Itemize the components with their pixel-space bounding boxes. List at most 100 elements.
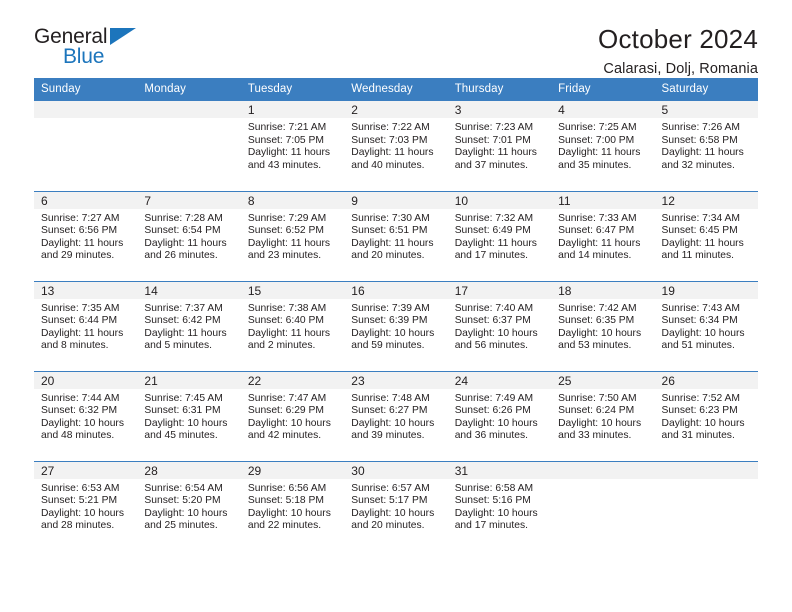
title-block: October 2024 Calarasi, Dolj, Romania [598, 24, 758, 77]
day-number: 19 [654, 281, 758, 299]
day-sunset-text: Sunset: 6:34 PM [661, 315, 738, 327]
day-daylight-1-text: Daylight: 10 hours [247, 417, 331, 429]
day-details: Sunrise: 7:42 AM Sunset: 6:35 PM Daylight:… [551, 299, 654, 353]
day-sunset-text: Sunset: 6:42 PM [144, 315, 221, 327]
day-daylight-1-text: Daylight: 11 hours [454, 147, 537, 159]
calendar-day-cell[interactable]: 20 Sunrise: 7:44 AM Sunset: 6:32 PM Dayligh… [34, 370, 138, 461]
day-daylight-2-text: and 17 minutes. [454, 250, 528, 262]
calendar-day-cell[interactable]: 19 Sunrise: 7:43 AM Sunset: 6:34 PM Dayligh… [654, 280, 758, 371]
calendar-day-cell[interactable]: 25 Sunrise: 7:50 AM Sunset: 6:24 PM Dayligh… [551, 370, 655, 461]
day-daylight-1-text: Daylight: 11 hours [247, 327, 331, 339]
calendar-day-cell[interactable]: 22 Sunrise: 7:47 AM Sunset: 6:29 PM Dayligh… [240, 370, 345, 461]
day-details: Sunrise: 7:52 AM Sunset: 6:23 PM Daylight:… [655, 389, 758, 443]
day-sunrise-text: Sunrise: 7:29 AM [247, 212, 327, 224]
day-details: Sunrise: 7:21 AM Sunset: 7:05 PM Daylight:… [241, 118, 344, 172]
calendar-day-cell[interactable]: 13 Sunrise: 7:35 AM Sunset: 6:44 PM Dayligh… [34, 280, 138, 371]
calendar-day-cell-empty [654, 460, 758, 551]
calendar-day-cell[interactable]: 12 Sunrise: 7:34 AM Sunset: 6:45 PM Dayligh… [654, 190, 758, 281]
day-sunrise-text: Sunrise: 7:33 AM [558, 212, 637, 224]
calendar-day-cell[interactable]: 8 Sunrise: 7:29 AM Sunset: 6:52 PM Daylight… [240, 190, 345, 281]
day-sunrise-text: Sunrise: 6:58 AM [454, 482, 534, 494]
day-daylight-2-text: and 5 minutes. [144, 340, 212, 352]
day-daylight-2-text: and 36 minutes. [454, 430, 528, 442]
day-daylight-2-text: and 29 minutes. [41, 250, 115, 262]
calendar-day-cell[interactable]: 4 Sunrise: 7:25 AM Sunset: 7:00 PM Daylight… [551, 101, 655, 191]
day-daylight-1-text: Daylight: 10 hours [247, 507, 331, 519]
day-number: 28 [137, 461, 241, 479]
day-daylight-2-text: and 17 minutes. [454, 520, 528, 532]
day-sunrise-text: Sunrise: 7:49 AM [454, 392, 534, 404]
day-number: 1 [240, 101, 345, 118]
calendar-day-cell[interactable]: 23 Sunrise: 7:48 AM Sunset: 6:27 PM Dayligh… [344, 370, 448, 461]
day-daylight-2-text: and 45 minutes. [144, 430, 218, 442]
day-sunrise-text: Sunrise: 7:40 AM [454, 302, 534, 314]
day-details: Sunrise: 7:26 AM Sunset: 6:58 PM Daylight:… [655, 118, 758, 172]
day-number: 4 [551, 101, 655, 118]
calendar-day-cell[interactable]: 3 Sunrise: 7:23 AM Sunset: 7:01 PM Daylight… [447, 101, 552, 191]
day-daylight-2-text: and 42 minutes. [247, 430, 322, 442]
day-sunrise-text: Sunrise: 7:22 AM [351, 122, 430, 133]
day-daylight-2-text: and 8 minutes. [41, 340, 109, 352]
day-daylight-1-text: Daylight: 10 hours [41, 507, 124, 519]
general-blue-logo[interactable]: General Blue [34, 24, 154, 72]
calendar-day-cell[interactable]: 31 Sunrise: 6:58 AM Sunset: 5:16 PM Dayligh… [447, 460, 552, 551]
calendar-day-cell[interactable]: 24 Sunrise: 7:49 AM Sunset: 6:26 PM Dayligh… [447, 370, 552, 461]
calendar-day-cell[interactable]: 26 Sunrise: 7:52 AM Sunset: 6:23 PM Dayligh… [654, 370, 758, 461]
calendar-day-cell[interactable]: 21 Sunrise: 7:45 AM Sunset: 6:31 PM Dayligh… [137, 370, 241, 461]
day-daylight-2-text: and 40 minutes. [351, 159, 425, 171]
triangle-icon [110, 28, 136, 45]
day-sunset-text: Sunset: 6:45 PM [661, 225, 738, 237]
weekday-header-monday: Monday [137, 78, 241, 101]
day-number: 25 [551, 371, 655, 389]
day-sunset-text: Sunset: 5:17 PM [351, 495, 428, 507]
day-daylight-1-text: Daylight: 11 hours [558, 147, 641, 159]
day-sunrise-text: Sunrise: 7:35 AM [41, 302, 120, 314]
calendar-day-cell[interactable]: 11 Sunrise: 7:33 AM Sunset: 6:47 PM Dayligh… [551, 190, 655, 281]
calendar-header-row: Sunday Monday Tuesday Wednesday Thursday… [34, 78, 758, 101]
calendar-day-cell[interactable]: 15 Sunrise: 7:38 AM Sunset: 6:40 PM Dayligh… [240, 280, 345, 371]
day-daylight-1-text: Daylight: 10 hours [351, 507, 435, 519]
day-sunrise-text: Sunrise: 7:48 AM [351, 392, 430, 404]
calendar-day-cell[interactable]: 16 Sunrise: 7:39 AM Sunset: 6:39 PM Dayligh… [344, 280, 448, 371]
calendar-day-cell[interactable]: 28 Sunrise: 6:54 AM Sunset: 5:20 PM Dayligh… [137, 460, 241, 551]
day-daylight-1-text: Daylight: 11 hours [351, 147, 434, 159]
day-details: Sunrise: 7:34 AM Sunset: 6:45 PM Daylight:… [655, 209, 758, 263]
day-details: Sunrise: 6:53 AM Sunset: 5:21 PM Daylight:… [34, 479, 137, 533]
day-details: Sunrise: 6:56 AM Sunset: 5:18 PM Daylight:… [241, 479, 344, 533]
day-daylight-1-text: Daylight: 10 hours [351, 417, 435, 429]
page-title: October 2024 [598, 24, 758, 54]
day-sunrise-text: Sunrise: 6:56 AM [247, 482, 327, 494]
calendar-day-cell[interactable]: 6 Sunrise: 7:27 AM Sunset: 6:56 PM Daylight… [34, 190, 138, 281]
calendar-day-cell[interactable]: 18 Sunrise: 7:42 AM Sunset: 6:35 PM Dayligh… [551, 280, 655, 371]
calendar-day-cell[interactable]: 7 Sunrise: 7:28 AM Sunset: 6:54 PM Daylight… [137, 190, 241, 281]
calendar-day-cell[interactable]: 29 Sunrise: 6:56 AM Sunset: 5:18 PM Dayligh… [240, 460, 345, 551]
day-daylight-1-text: Daylight: 11 hours [558, 237, 641, 249]
day-number: 29 [240, 461, 345, 479]
calendar-day-cell[interactable]: 1 Sunrise: 7:21 AM Sunset: 7:05 PM Daylight… [240, 101, 345, 191]
day-daylight-2-text: and 56 minutes. [454, 340, 528, 352]
calendar-week-row: 27 Sunrise: 6:53 AM Sunset: 5:21 PM Dayligh… [34, 460, 758, 551]
day-sunrise-text: Sunrise: 7:43 AM [661, 302, 740, 314]
calendar-day-cell[interactable]: 2 Sunrise: 7:22 AM Sunset: 7:03 PM Daylight… [344, 101, 448, 191]
day-details: Sunrise: 7:40 AM Sunset: 6:37 PM Daylight:… [448, 299, 551, 353]
day-details: Sunrise: 7:37 AM Sunset: 6:42 PM Daylight:… [137, 299, 240, 353]
calendar-day-cell[interactable]: 27 Sunrise: 6:53 AM Sunset: 5:21 PM Dayligh… [34, 460, 138, 551]
calendar-day-cell[interactable]: 30 Sunrise: 6:57 AM Sunset: 5:17 PM Dayligh… [344, 460, 448, 551]
day-daylight-2-text: and 35 minutes. [558, 159, 632, 171]
calendar-day-cell[interactable]: 17 Sunrise: 7:40 AM Sunset: 6:37 PM Dayligh… [447, 280, 552, 371]
day-daylight-1-text: Daylight: 10 hours [454, 327, 538, 339]
day-daylight-1-text: Daylight: 10 hours [41, 417, 124, 429]
day-daylight-2-text: and 32 minutes. [661, 159, 735, 171]
day-sunset-text: Sunset: 6:32 PM [41, 405, 118, 417]
day-sunrise-text: Sunrise: 7:28 AM [144, 212, 223, 224]
day-sunrise-text: Sunrise: 7:38 AM [247, 302, 327, 314]
day-sunset-text: Sunset: 6:44 PM [41, 315, 118, 327]
calendar-day-cell[interactable]: 9 Sunrise: 7:30 AM Sunset: 6:51 PM Daylight… [344, 190, 448, 281]
day-details: Sunrise: 7:39 AM Sunset: 6:39 PM Daylight:… [344, 299, 447, 353]
day-details: Sunrise: 7:29 AM Sunset: 6:52 PM Daylight:… [241, 209, 344, 263]
calendar-day-cell[interactable]: 14 Sunrise: 7:37 AM Sunset: 6:42 PM Dayligh… [137, 280, 241, 371]
calendar-day-cell[interactable]: 5 Sunrise: 7:26 AM Sunset: 6:58 PM Daylight… [654, 101, 758, 191]
day-sunrise-text: Sunrise: 7:39 AM [351, 302, 430, 314]
calendar-day-cell[interactable]: 10 Sunrise: 7:32 AM Sunset: 6:49 PM Dayligh… [447, 190, 552, 281]
day-daylight-2-text: and 25 minutes. [144, 520, 218, 532]
